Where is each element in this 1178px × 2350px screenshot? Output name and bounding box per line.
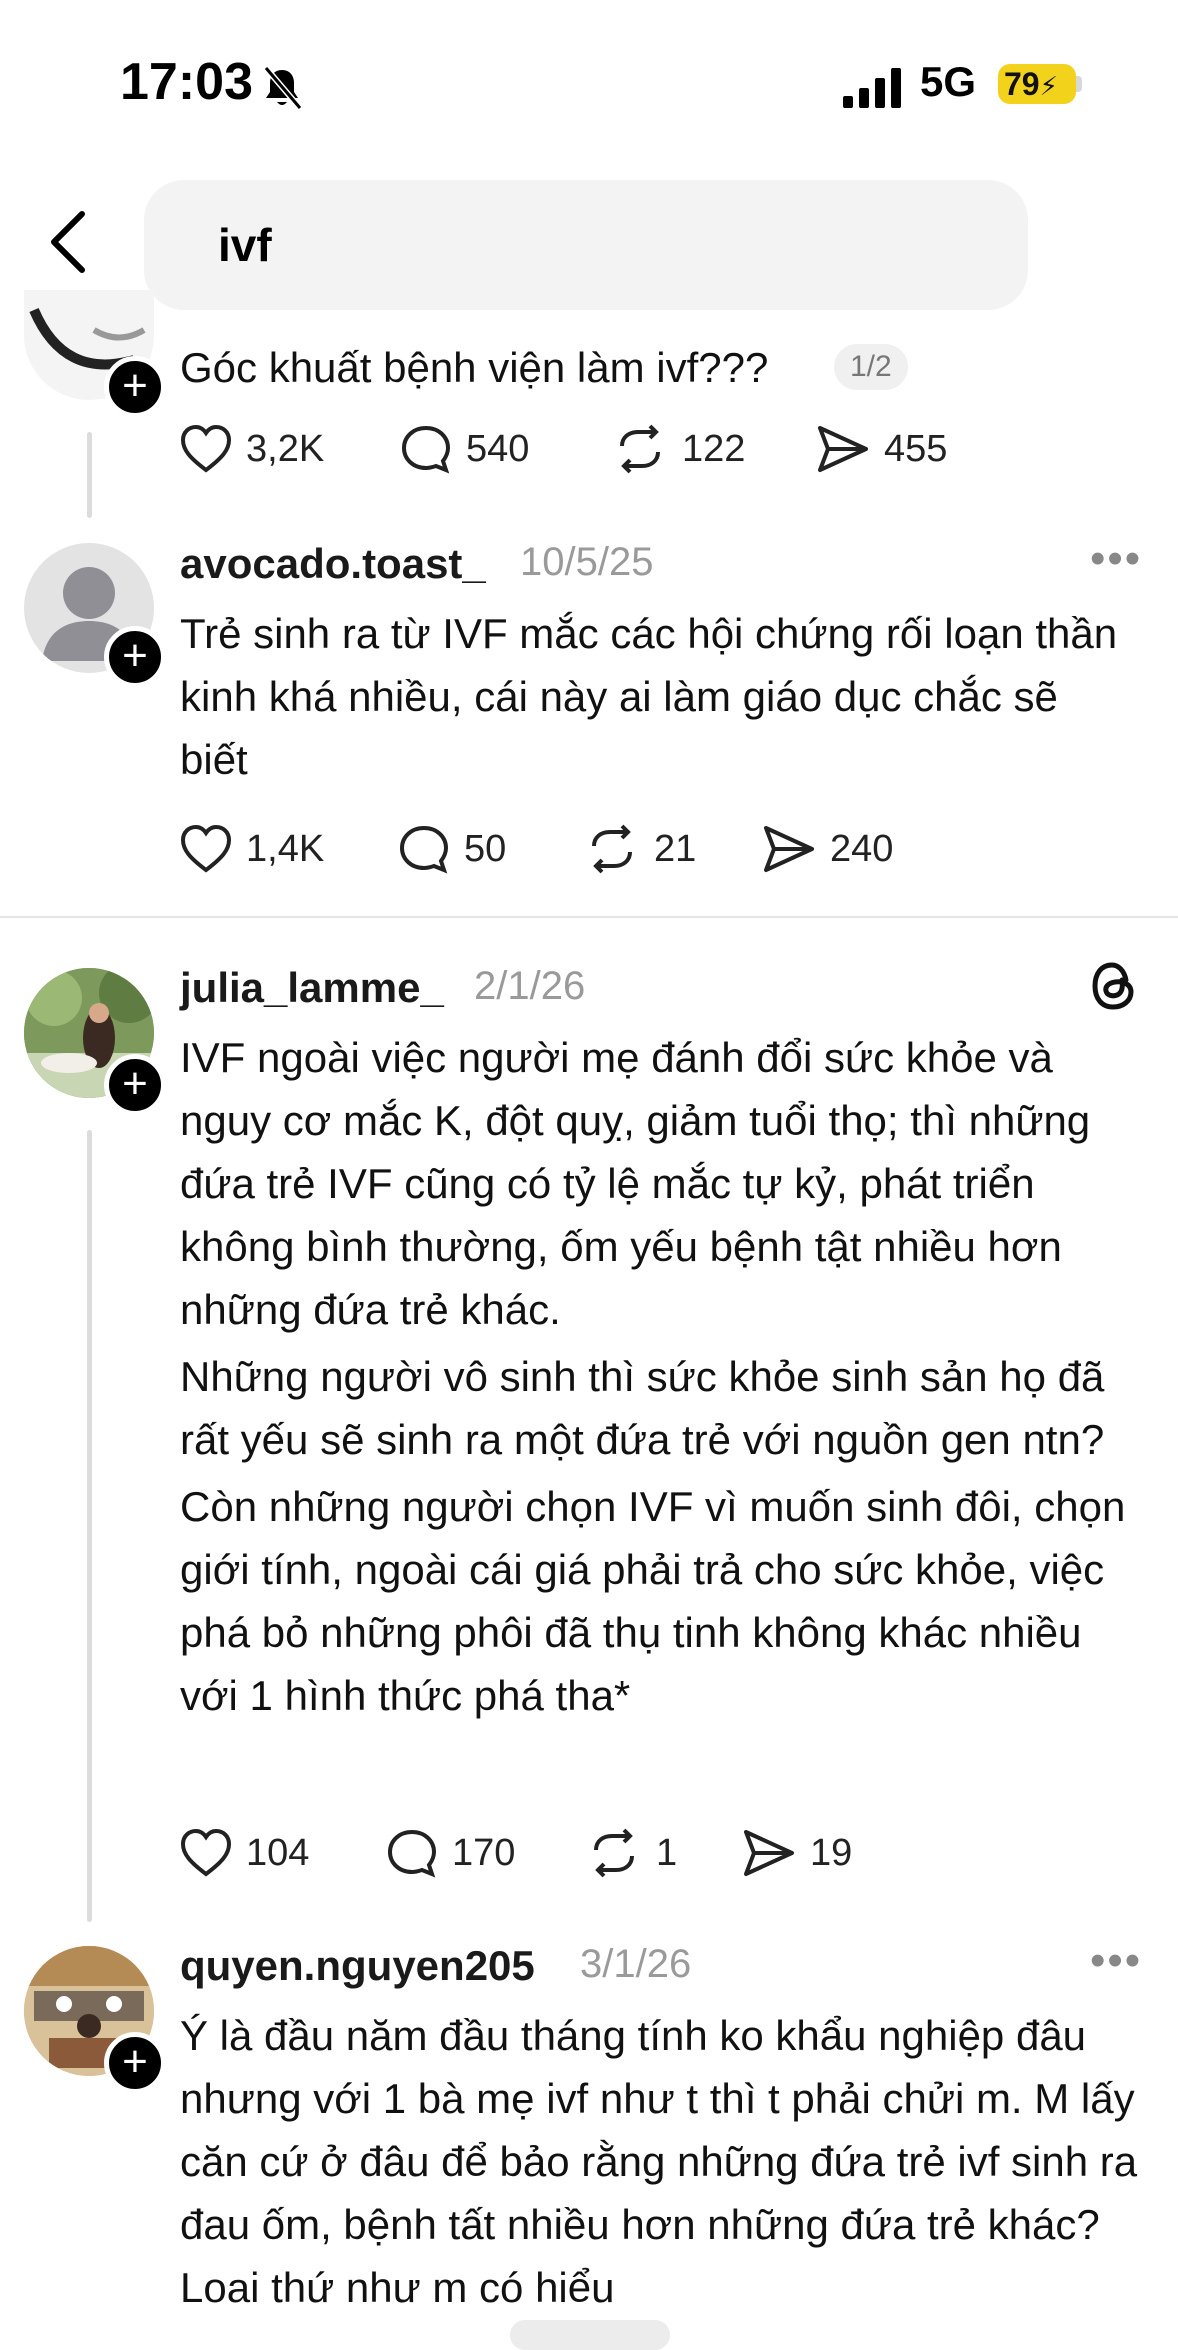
charging-bolt-icon: ⚡	[1039, 71, 1058, 101]
follow-plus-button[interactable]: +	[104, 626, 166, 688]
post-divider	[0, 916, 1178, 918]
like-count: 1,4K	[246, 827, 325, 870]
repost-count: 1	[656, 1831, 678, 1874]
repost-button[interactable]: 122	[612, 424, 745, 474]
battery-tip	[1076, 76, 1082, 92]
reply-button[interactable]: 170	[386, 1828, 515, 1878]
post-text: IVF ngoài việc người mẹ đánh đổi sức khỏ…	[180, 1026, 1140, 1731]
like-count: 104	[246, 1831, 310, 1874]
post-date: 10/5/25	[520, 540, 654, 584]
post-paragraph: Những người vô sinh thì sức khỏe sinh sả…	[180, 1353, 1105, 1463]
share-button[interactable]: 240	[762, 824, 893, 874]
like-button[interactable]: 1,4K	[180, 824, 324, 874]
page-indicator: 1/2	[834, 344, 908, 390]
heart-icon	[180, 824, 232, 873]
like-button[interactable]: 104	[180, 1828, 309, 1878]
status-time: 17:03	[120, 53, 253, 111]
post-paragraph: IVF ngoài việc người mẹ đánh đổi sức khỏ…	[180, 1034, 1091, 1333]
back-chevron-icon[interactable]	[48, 210, 88, 274]
reply-button[interactable]: 540	[400, 424, 529, 474]
reply-count: 50	[464, 827, 507, 870]
post-text-clip: Ý là đầu năm đầu tháng tính ko khẩu nghi…	[180, 2004, 1140, 2304]
share-button[interactable]: 455	[816, 424, 947, 474]
like-count: 3,2K	[246, 427, 325, 470]
search-query[interactable]: ivf	[218, 218, 272, 272]
send-icon	[744, 1830, 794, 1876]
share-button[interactable]: 19	[742, 1828, 852, 1878]
battery-indicator: 79⚡	[998, 64, 1076, 104]
send-icon	[818, 426, 868, 472]
reply-count: 540	[466, 427, 530, 470]
reply-bubble-icon	[387, 1829, 437, 1878]
reply-count: 170	[452, 1831, 516, 1874]
network-type: 5G	[920, 58, 977, 105]
follow-plus-button[interactable]: +	[104, 1054, 166, 1116]
repost-icon	[594, 1828, 634, 1878]
heart-icon	[180, 424, 232, 473]
bell-muted-icon	[263, 66, 302, 110]
heart-icon	[180, 1828, 232, 1877]
post-date: 3/1/26	[580, 1942, 692, 1986]
threads-logo-icon[interactable]	[1090, 960, 1138, 1012]
username[interactable]: julia_lamme_	[180, 964, 444, 1012]
battery-level: 79	[1004, 66, 1040, 102]
post-text: Góc khuất bệnh viện làm ivf???	[180, 344, 769, 391]
reply-bubble-icon	[401, 425, 451, 474]
follow-plus-button[interactable]: +	[104, 356, 166, 418]
repost-count: 21	[654, 827, 697, 870]
share-count: 455	[884, 427, 948, 470]
follow-plus-button[interactable]: +	[104, 2032, 166, 2094]
reply-bubble-icon	[399, 825, 449, 874]
repost-button[interactable]: 1	[586, 1828, 677, 1878]
repost-icon	[620, 424, 660, 474]
repost-count: 122	[682, 427, 746, 470]
thread-line	[87, 1130, 92, 1922]
cellular-signal-icon	[843, 68, 901, 108]
share-count: 19	[810, 1831, 853, 1874]
send-icon	[764, 826, 814, 872]
more-options-icon[interactable]: •••	[1090, 534, 1142, 584]
post-text: Ý là đầu năm đầu tháng tính ko khẩu nghi…	[180, 2012, 1138, 2304]
post-text: Trẻ sinh ra từ IVF mắc các hội chứng rối…	[180, 610, 1118, 783]
thread-line	[87, 432, 92, 518]
repost-icon	[592, 824, 632, 874]
username[interactable]: quyen.nguyen205	[180, 1942, 535, 1990]
share-count: 240	[830, 827, 894, 870]
post-date: 2/1/26	[474, 964, 586, 1008]
home-indicator	[510, 2320, 670, 2350]
search-field[interactable]	[144, 180, 1028, 310]
repost-button[interactable]: 21	[584, 824, 696, 874]
post-paragraph: Còn những người chọn IVF vì muốn sinh đô…	[180, 1483, 1126, 1719]
more-options-icon[interactable]: •••	[1090, 1936, 1142, 1986]
like-button[interactable]: 3,2K	[180, 424, 324, 474]
reply-button[interactable]: 50	[398, 824, 506, 874]
username[interactable]: avocado.toast_	[180, 540, 486, 588]
